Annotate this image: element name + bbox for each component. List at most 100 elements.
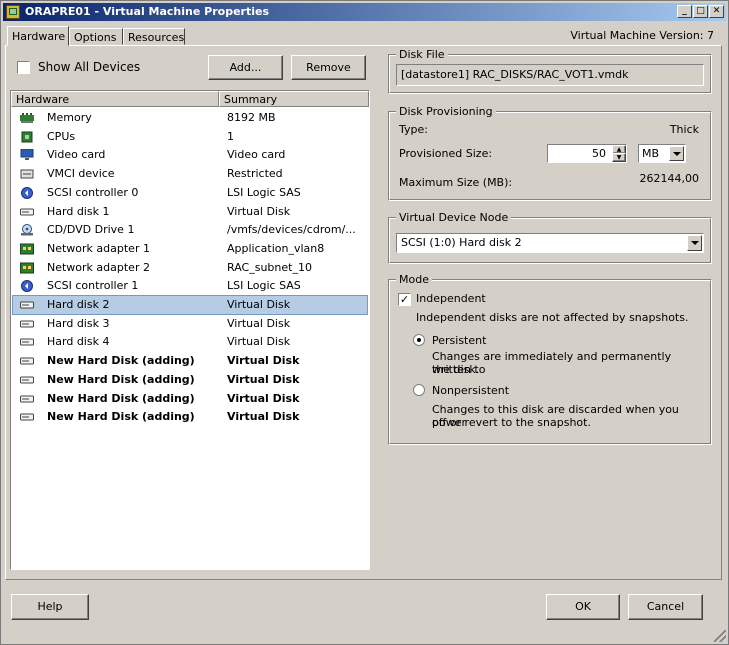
column-summary[interactable]: Summary bbox=[219, 91, 369, 107]
resize-grip-icon[interactable] bbox=[714, 630, 726, 642]
hardware-name: VMCI device bbox=[47, 167, 115, 181]
show-all-devices-label: Show All Devices bbox=[38, 60, 141, 74]
close-button[interactable]: ✕ bbox=[709, 5, 724, 18]
size-spinner[interactable]: ▲ ▼ bbox=[612, 145, 626, 162]
hard-disk-icon bbox=[20, 336, 34, 348]
network-adapter-icon bbox=[20, 262, 34, 274]
max-size-label: Maximum Size (MB): bbox=[399, 176, 513, 189]
unit-select[interactable]: MB bbox=[638, 144, 686, 163]
virtual-device-node-legend: Virtual Device Node bbox=[396, 211, 512, 224]
hardware-summary: Restricted bbox=[227, 167, 283, 181]
hardware-summary: Application_vlan8 bbox=[227, 241, 325, 255]
hardware-row[interactable]: New Hard Disk (adding) Virtual Disk bbox=[13, 352, 367, 370]
remove-button[interactable]: Remove bbox=[291, 55, 366, 80]
hardware-name: New Hard Disk (adding) bbox=[47, 354, 195, 368]
disk-provisioning-group: Disk Provisioning Type: Thick Provisione… bbox=[388, 105, 712, 201]
hardware-name: New Hard Disk (adding) bbox=[47, 410, 195, 424]
hardware-name: New Hard Disk (adding) bbox=[47, 372, 195, 386]
scsi-controller-icon bbox=[20, 186, 34, 199]
independent-description: Independent disks are not affected by sn… bbox=[416, 311, 689, 324]
memory-icon bbox=[20, 112, 34, 124]
tab-resources[interactable]: Resources bbox=[123, 28, 185, 45]
mode-legend: Mode bbox=[396, 273, 432, 286]
hardware-row[interactable]: CPUs 1 bbox=[13, 128, 367, 146]
mode-group: Mode ✓ Independent Independent disks are… bbox=[388, 273, 712, 445]
vm-version-label: Virtual Machine Version: 7 bbox=[570, 29, 714, 42]
hardware-row[interactable]: SCSI controller 1 LSI Logic SAS bbox=[13, 277, 367, 295]
nonpersistent-label: Nonpersistent bbox=[432, 384, 510, 397]
hard-disk-icon bbox=[20, 206, 34, 218]
disk-file-path-field: [datastore1] RAC_DISKS/RAC_VOT1.vmdk bbox=[396, 64, 704, 86]
hardware-name: SCSI controller 0 bbox=[47, 185, 139, 199]
hardware-summary: Virtual Disk bbox=[227, 316, 291, 330]
hardware-row[interactable]: Hard disk 2 Virtual Disk bbox=[12, 295, 368, 315]
network-adapter-icon bbox=[20, 243, 34, 255]
device-node-select[interactable]: SCSI (1:0) Hard disk 2 bbox=[396, 233, 704, 253]
hardware-row[interactable]: Network adapter 1 Application_vlan8 bbox=[13, 240, 367, 258]
disk-file-legend: Disk File bbox=[396, 48, 448, 61]
hardware-summary: 1 bbox=[227, 129, 234, 143]
hardware-name: SCSI controller 1 bbox=[47, 279, 139, 293]
hardware-row[interactable]: New Hard Disk (adding) Virtual Disk bbox=[13, 408, 367, 426]
hardware-row[interactable]: Memory 8192 MB bbox=[13, 109, 367, 127]
virtual-device-node-group: Virtual Device Node SCSI (1:0) Hard disk… bbox=[388, 211, 712, 264]
provisioned-size-label: Provisioned Size: bbox=[399, 147, 493, 160]
hardware-row[interactable]: New Hard Disk (adding) Virtual Disk bbox=[13, 371, 367, 389]
hardware-name: Hard disk 2 bbox=[47, 298, 110, 311]
hardware-summary: 8192 MB bbox=[227, 111, 276, 124]
nonpersistent-radio[interactable] bbox=[413, 384, 425, 396]
independent-checkbox[interactable]: ✓ bbox=[398, 293, 411, 306]
hardware-row[interactable]: Network adapter 2 RAC_subnet_10 bbox=[13, 259, 367, 277]
cancel-button[interactable]: Cancel bbox=[628, 594, 703, 620]
hardware-name: Network adapter 2 bbox=[47, 260, 150, 274]
show-all-devices-checkbox[interactable] bbox=[17, 61, 30, 74]
persistent-label: Persistent bbox=[432, 334, 487, 347]
hard-disk-icon bbox=[20, 318, 34, 330]
cdrom-icon bbox=[20, 224, 34, 236]
hard-disk-icon bbox=[20, 393, 34, 405]
hardware-summary: /vmfs/devices/cdrom/... bbox=[227, 223, 356, 237]
unit-dropdown-icon[interactable] bbox=[669, 146, 684, 161]
hardware-row[interactable]: SCSI controller 0 LSI Logic SAS bbox=[13, 184, 367, 202]
nonpersistent-description-line-2: off or revert to the snapshot. bbox=[432, 416, 591, 429]
title-bar[interactable]: ORAPRE01 - Virtual Machine Properties _ … bbox=[3, 3, 726, 21]
column-hardware[interactable]: Hardware bbox=[11, 91, 219, 107]
scsi-controller-icon bbox=[20, 280, 34, 293]
type-value: Thick bbox=[669, 123, 699, 136]
ok-button[interactable]: OK bbox=[546, 594, 620, 620]
device-node-dropdown-icon[interactable] bbox=[687, 235, 702, 251]
hard-disk-icon bbox=[20, 411, 34, 423]
add-button[interactable]: Add... bbox=[208, 55, 283, 80]
hardware-summary: Virtual Disk bbox=[227, 354, 300, 368]
hardware-row[interactable]: CD/DVD Drive 1/vmfs/devices/cdrom/... bbox=[13, 221, 367, 239]
properties-window: ORAPRE01 - Virtual Machine Properties _ … bbox=[0, 0, 729, 645]
persistent-description-line-2: the disk. bbox=[432, 363, 480, 376]
hardware-summary: LSI Logic SAS bbox=[227, 279, 301, 293]
hardware-name: Hard disk 4 bbox=[47, 335, 110, 349]
minimize-button[interactable]: _ bbox=[677, 5, 692, 18]
maximize-button[interactable]: □ bbox=[693, 5, 708, 18]
list-header: Hardware Summary bbox=[11, 91, 369, 108]
help-button[interactable]: Help bbox=[11, 594, 89, 620]
persistent-radio[interactable] bbox=[413, 334, 425, 346]
window-title: ORAPRE01 - Virtual Machine Properties bbox=[25, 5, 269, 18]
hardware-row[interactable]: Video card Video card bbox=[13, 146, 367, 164]
tab-options[interactable]: Options bbox=[69, 28, 123, 45]
disk-provisioning-legend: Disk Provisioning bbox=[396, 105, 496, 118]
hardware-row[interactable]: New Hard Disk (adding) Virtual Disk bbox=[13, 390, 367, 408]
hard-disk-icon bbox=[20, 374, 34, 386]
max-size-value: 262144,00 bbox=[639, 172, 700, 185]
hardware-summary: Virtual Disk bbox=[227, 298, 291, 311]
hardware-name: Memory bbox=[47, 111, 92, 124]
hardware-row[interactable]: Hard disk 4 Virtual Disk bbox=[13, 333, 367, 351]
hardware-name: Hard disk 1 bbox=[47, 204, 110, 218]
hardware-name: New Hard Disk (adding) bbox=[47, 391, 195, 405]
hardware-row[interactable]: Hard disk 1 Virtual Disk bbox=[13, 203, 367, 221]
hardware-row[interactable]: VMCI device Restricted bbox=[13, 165, 367, 183]
hardware-row[interactable]: Hard disk 3 Virtual Disk bbox=[13, 315, 367, 333]
hardware-summary: RAC_subnet_10 bbox=[227, 260, 312, 274]
tab-hardware[interactable]: Hardware bbox=[7, 26, 69, 46]
hardware-name: CPUs bbox=[47, 129, 76, 143]
spin-down-icon[interactable]: ▼ bbox=[612, 153, 626, 162]
hardware-summary: LSI Logic SAS bbox=[227, 185, 301, 199]
